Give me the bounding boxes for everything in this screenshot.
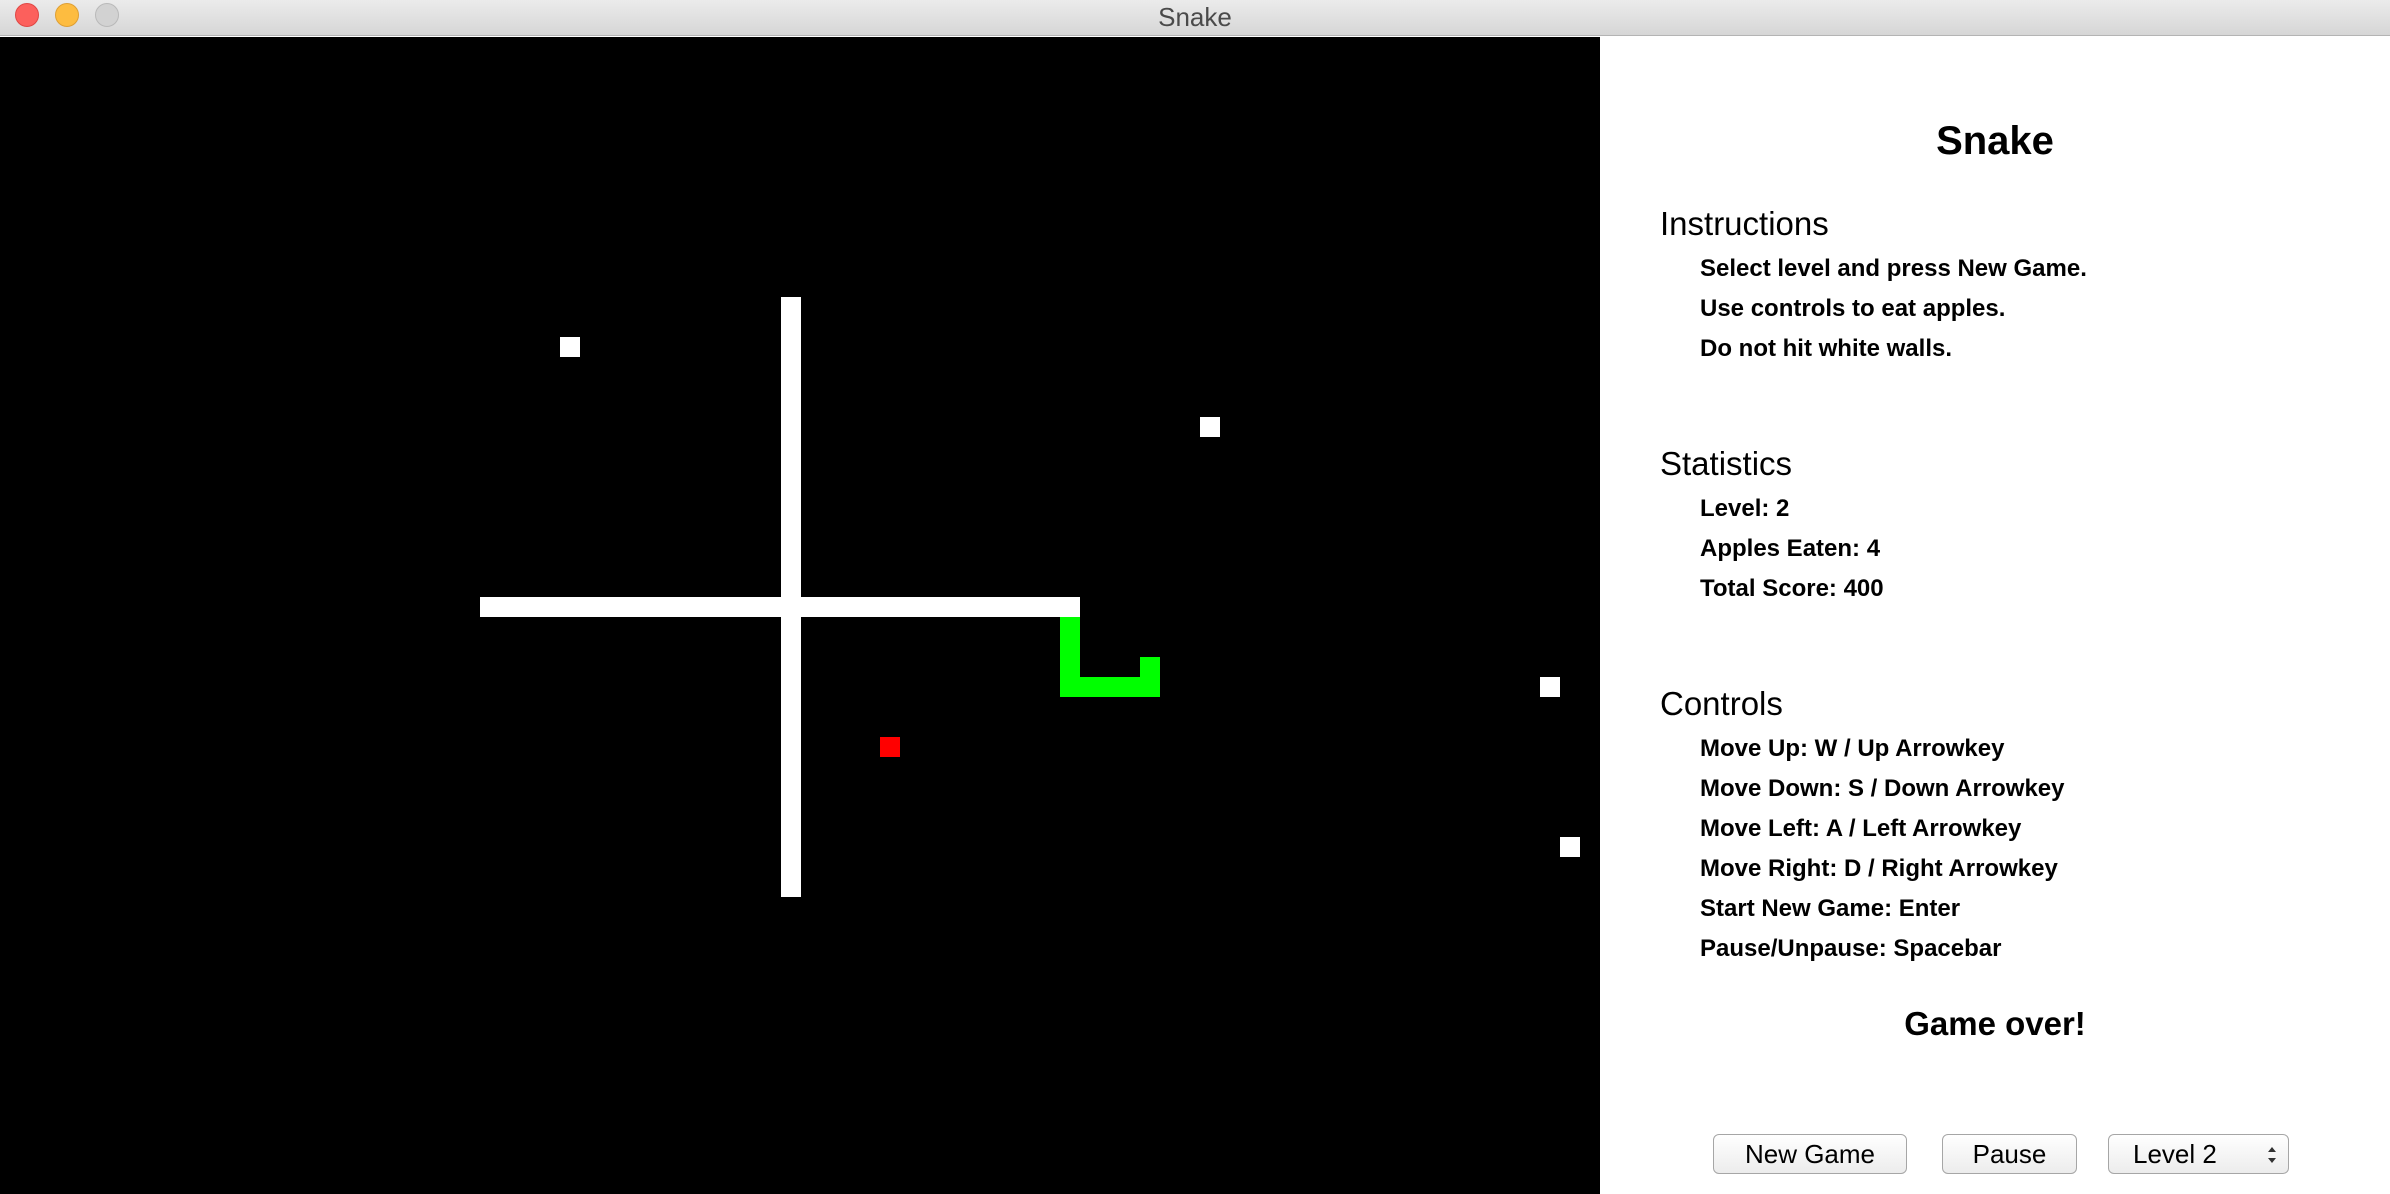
instruction-line: Use controls to eat apples. — [1700, 295, 2006, 322]
control-line: Move Up: W / Up Arrowkey — [1700, 735, 2005, 762]
instruction-line: Select level and press New Game. — [1700, 255, 2087, 282]
stat-apples-eaten: Apples Eaten: 4 — [1700, 535, 1881, 562]
level-select[interactable]: Level 2 — [2108, 1134, 2289, 1174]
snake-window: Snake Snake Instructions Select level an… — [0, 0, 2390, 1194]
wall-horizontal — [480, 597, 1080, 617]
game-status: Game over! — [1904, 1005, 2086, 1042]
pause-button[interactable]: Pause — [1942, 1134, 2077, 1174]
side-panel: Snake Instructions Select level and pres… — [1600, 37, 2390, 1194]
control-line: Pause/Unpause: Spacebar — [1700, 935, 2002, 962]
controls-heading: Controls — [1660, 685, 1783, 722]
panel-title: Snake — [1936, 119, 2054, 163]
title-bar: Snake — [0, 0, 2390, 36]
window-title: Snake — [1158, 2, 1232, 32]
control-line: Move Down: S / Down Arrowkey — [1700, 775, 2065, 802]
control-line: Move Left: A / Left Arrowkey — [1700, 815, 2022, 842]
wall-block — [1200, 417, 1220, 437]
statistics-heading: Statistics — [1660, 445, 1793, 482]
game-board[interactable] — [0, 37, 1600, 1194]
wall-block — [1560, 837, 1580, 857]
stat-level: Level: 2 — [1700, 495, 1790, 522]
instructions-heading: Instructions — [1660, 205, 1829, 242]
stat-total-score: Total Score: 400 — [1700, 575, 1884, 602]
new-game-button[interactable]: New Game — [1713, 1134, 1907, 1174]
control-line: Start New Game: Enter — [1700, 895, 1961, 922]
wall-block — [560, 337, 580, 357]
snake-segment — [1060, 677, 1160, 697]
snake-segment — [1060, 617, 1080, 677]
snake-head — [1140, 657, 1160, 677]
wall-block — [1540, 677, 1560, 697]
control-line: Move Right: D / Right Arrowkey — [1700, 855, 2058, 882]
apple — [880, 737, 900, 757]
level-select-value: Level 2 — [2133, 1139, 2217, 1169]
updown-chevron-icon — [2268, 1147, 2276, 1163]
instruction-line: Do not hit white walls. — [1700, 335, 1952, 362]
